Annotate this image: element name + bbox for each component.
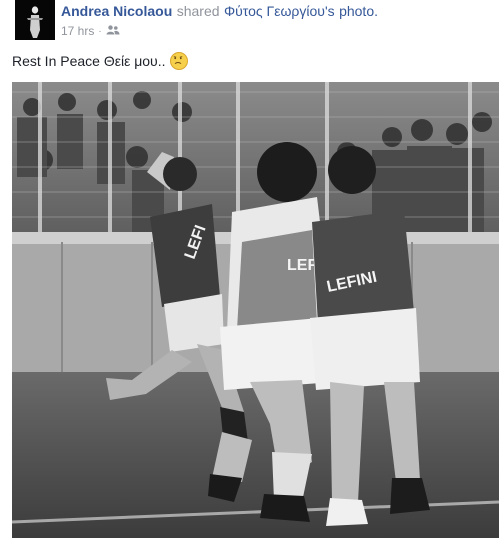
avatar-image (15, 0, 55, 40)
shared-verb: shared (176, 3, 220, 19)
post-timestamp[interactable]: 17 hrs (61, 24, 94, 38)
post-header: Andrea Nicolaou shared Φύτος Γεωργίου's … (12, 0, 492, 44)
friends-icon[interactable] (106, 24, 120, 38)
news-feed-post: Andrea Nicolaou shared Φύτος Γεωργίου's … (0, 0, 499, 538)
football-players-photo: LEFI LEF LEFINI (12, 82, 499, 538)
original-poster-link[interactable]: Φύτος Γεωργίου's (224, 3, 335, 19)
shared-photo[interactable]: LEFI LEF LEFINI (12, 82, 499, 538)
jersey-text-center: LEF (287, 257, 317, 274)
post-headline: Andrea Nicolaou shared Φύτος Γεωργίου's … (61, 3, 378, 21)
original-photo-link[interactable]: photo. (339, 3, 378, 19)
sad-face-icon (169, 52, 188, 70)
post-meta: 17 hrs · (61, 24, 120, 38)
meta-separator: · (98, 25, 102, 37)
caption-text: Rest In Peace Θείε μου.. (12, 53, 166, 69)
author-avatar[interactable] (15, 0, 55, 40)
post-caption: Rest In Peace Θείε μου.. (12, 52, 188, 70)
author-name-link[interactable]: Andrea Nicolaou (61, 3, 172, 19)
